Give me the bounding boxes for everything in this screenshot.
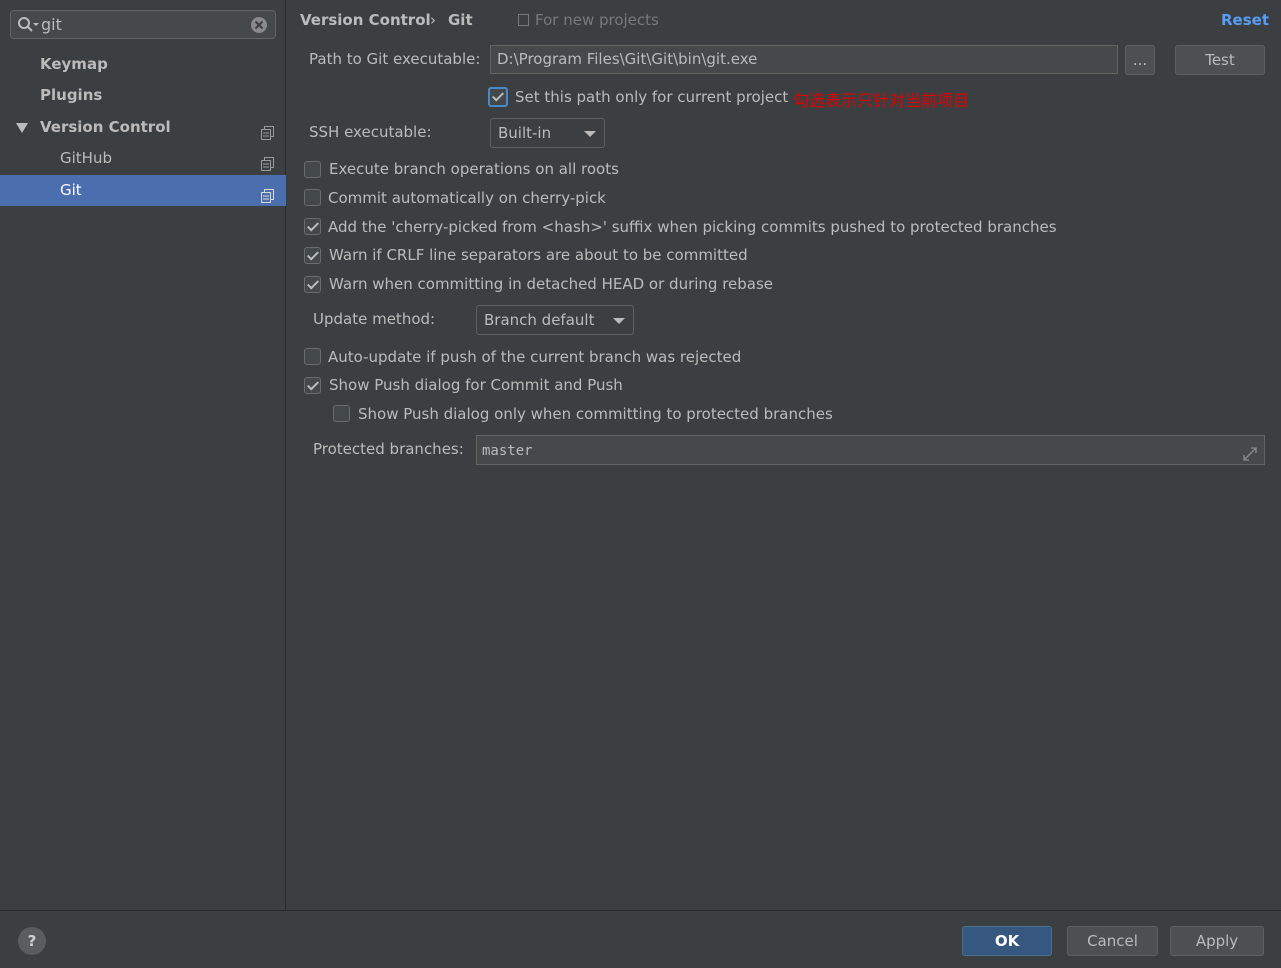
- clear-search-icon[interactable]: [250, 16, 268, 34]
- push-dialog-protected-only-checkbox[interactable]: [333, 405, 350, 422]
- project-scope-icon: [261, 120, 274, 140]
- scope-label: For new projects: [535, 11, 659, 29]
- update-method-selected-value: Branch default: [484, 311, 595, 329]
- sidebar-item-label: Keymap: [40, 55, 108, 73]
- search-input[interactable]: git: [10, 10, 276, 39]
- page-title: Git: [448, 11, 473, 29]
- scope-indicator: For new projects: [518, 8, 659, 32]
- sidebar-item-github[interactable]: GitHub: [0, 143, 286, 174]
- ssh-executable-select[interactable]: Built-in: [490, 118, 605, 148]
- option-label[interactable]: Show Push dialog only when committing to…: [358, 405, 833, 423]
- option-label[interactable]: Show Push dialog for Commit and Push: [329, 376, 623, 394]
- path-label: Path to Git executable:: [309, 50, 481, 68]
- settings-sidebar: git Keymap Plugins Version Control GitHu…: [0, 0, 286, 910]
- sidebar-item-label: Plugins: [40, 86, 103, 104]
- sidebar-item-keymap[interactable]: Keymap: [0, 49, 286, 80]
- sidebar-item-plugins[interactable]: Plugins: [0, 80, 286, 111]
- dialog-footer: ? OK Cancel Apply: [0, 910, 1281, 968]
- sidebar-item-git[interactable]: Git: [0, 175, 286, 206]
- option-label[interactable]: Warn when committing in detached HEAD or…: [329, 275, 773, 293]
- ok-button[interactable]: OK: [962, 926, 1052, 956]
- update-method-select[interactable]: Branch default: [476, 305, 634, 335]
- browse-button[interactable]: ...: [1125, 45, 1155, 75]
- sidebar-item-label: GitHub: [60, 149, 112, 167]
- apply-button[interactable]: Apply: [1170, 926, 1264, 956]
- sidebar-item-label: Git: [60, 181, 82, 199]
- chevron-down-icon: [613, 318, 625, 324]
- auto-update-checkbox[interactable]: [304, 348, 321, 365]
- git-path-value: D:\Program Files\Git\Git\bin\git.exe: [497, 50, 758, 68]
- warn-detached-head-checkbox[interactable]: [304, 276, 321, 293]
- option-label[interactable]: Warn if CRLF line separators are about t…: [329, 246, 748, 264]
- sidebar-item-label: Version Control: [40, 118, 171, 136]
- expand-icon[interactable]: [1242, 443, 1258, 461]
- breadcrumb-parent[interactable]: Version Control: [300, 8, 431, 32]
- project-scope-icon: [518, 14, 529, 26]
- reset-link[interactable]: Reset: [1221, 8, 1269, 32]
- protected-branches-input[interactable]: master: [476, 435, 1265, 465]
- test-button[interactable]: Test: [1175, 45, 1265, 75]
- update-method-label: Update method:: [313, 310, 436, 328]
- cherry-picked-suffix-checkbox[interactable]: [304, 218, 321, 235]
- annotation-note: 勾选表示只针对当前项目: [793, 91, 970, 110]
- sidebar-item-version-control[interactable]: Version Control: [0, 112, 286, 143]
- commit-on-cherry-pick-checkbox[interactable]: [304, 189, 321, 206]
- help-button[interactable]: ?: [18, 927, 46, 955]
- project-only-label[interactable]: Set this path only for current project: [515, 88, 788, 106]
- chevron-down-icon: [584, 131, 596, 137]
- ssh-label: SSH executable:: [309, 123, 432, 141]
- protected-branches-label: Protected branches:: [313, 440, 464, 458]
- option-label[interactable]: Auto-update if push of the current branc…: [328, 348, 741, 366]
- breadcrumb-separator: ›: [430, 11, 436, 29]
- search-icon[interactable]: [17, 16, 39, 34]
- option-label[interactable]: Add the 'cherry-picked from <hash>' suff…: [328, 218, 1057, 236]
- show-push-dialog-checkbox[interactable]: [304, 377, 321, 394]
- execute-all-roots-checkbox[interactable]: [304, 161, 321, 178]
- protected-branches-value: master: [482, 443, 533, 459]
- project-scope-icon: [261, 183, 274, 203]
- project-scope-icon: [261, 151, 274, 171]
- git-path-input[interactable]: D:\Program Files\Git\Git\bin\git.exe: [490, 45, 1118, 74]
- option-label[interactable]: Commit automatically on cherry-pick: [328, 189, 606, 207]
- option-label[interactable]: Execute branch operations on all roots: [329, 160, 619, 178]
- warn-crlf-checkbox[interactable]: [304, 247, 321, 264]
- cancel-button[interactable]: Cancel: [1067, 926, 1158, 956]
- project-only-checkbox[interactable]: [488, 87, 508, 107]
- expand-triangle-icon[interactable]: [16, 123, 28, 133]
- search-value: git: [41, 15, 62, 34]
- ssh-selected-value: Built-in: [498, 124, 552, 142]
